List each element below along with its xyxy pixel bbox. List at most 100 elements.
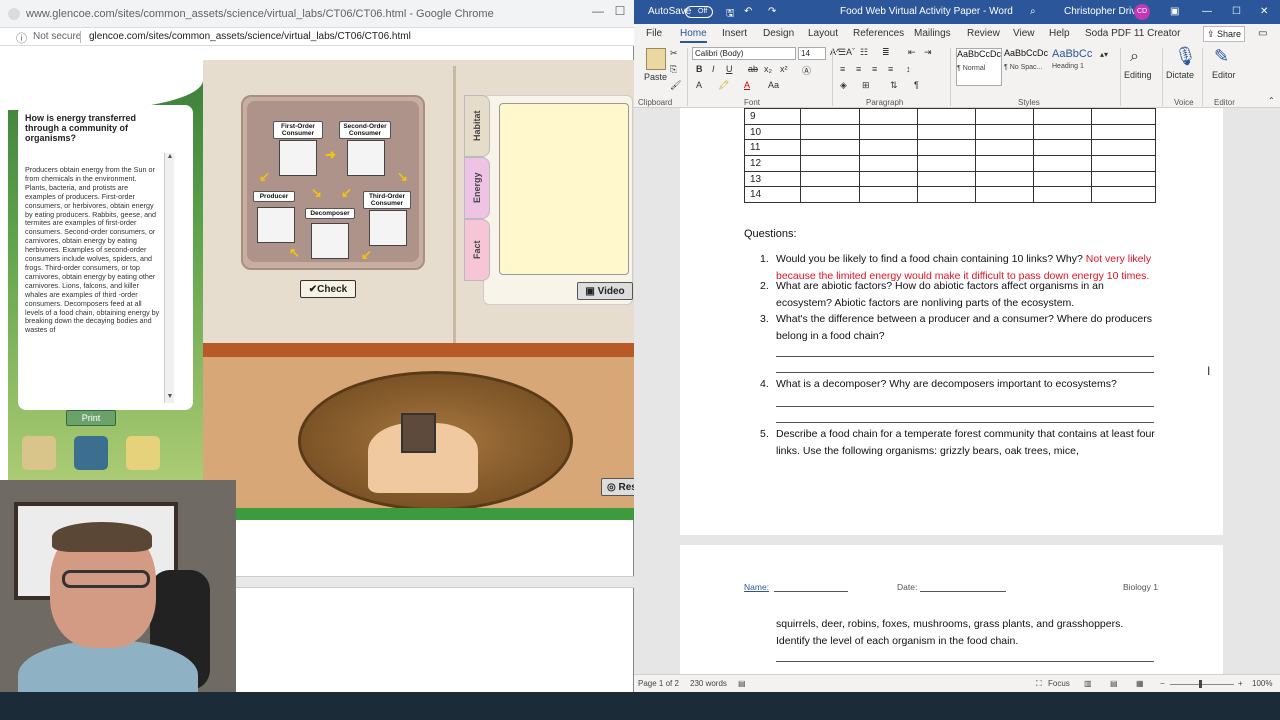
search-icon[interactable]: ⌕ [1030, 6, 1036, 17]
shading-icon[interactable]: ◈ [840, 80, 847, 91]
table-cell[interactable] [1033, 139, 1092, 157]
web-layout-icon[interactable]: ▦ [1136, 679, 1144, 688]
tab-fact[interactable]: Fact [464, 219, 490, 281]
collapse-ribbon-icon[interactable]: ⌃ [1268, 96, 1275, 105]
question-3[interactable]: What's the difference between a producer… [776, 311, 1156, 344]
font-name-select[interactable]: Calibri (Body) [692, 47, 796, 60]
cut-icon[interactable]: ✂ [670, 48, 678, 59]
table-cell[interactable] [1091, 170, 1156, 188]
share-button[interactable]: ⇪ Share [1203, 26, 1245, 42]
check-button[interactable]: ✔Check [300, 280, 356, 298]
print-button[interactable]: Print [66, 410, 116, 426]
table-cell[interactable] [1091, 123, 1156, 141]
clear-formatting-icon[interactable]: Ⓐ [802, 64, 811, 77]
proofing-icon[interactable]: ▤ [738, 679, 746, 688]
superscript-icon[interactable]: x² [780, 64, 788, 74]
subscript-icon[interactable]: x₂ [764, 64, 772, 74]
maximize-icon[interactable]: ☐ [1232, 6, 1241, 17]
table-cell[interactable] [1033, 186, 1092, 204]
row-number-cell[interactable]: 12 [744, 155, 801, 172]
table-cell[interactable] [975, 123, 1034, 141]
table-cell[interactable] [1033, 155, 1092, 172]
zoom-slider-thumb[interactable] [1199, 680, 1202, 688]
table-cell[interactable] [859, 139, 918, 157]
focus-button[interactable]: Focus [1048, 679, 1070, 688]
table-cell[interactable] [1091, 139, 1156, 157]
paste-button[interactable]: Paste [644, 72, 667, 82]
table-cell[interactable] [975, 139, 1034, 157]
minimize-button[interactable]: — [590, 4, 606, 22]
table-cell[interactable] [1091, 186, 1156, 204]
find-icon[interactable]: ⌕ [1130, 48, 1139, 66]
undo-icon[interactable]: ↶ [744, 6, 752, 17]
strikethrough-icon[interactable]: ab [748, 64, 758, 74]
autosave-toggle[interactable]: Off [685, 6, 713, 18]
align-left-icon[interactable]: ≡ [840, 64, 845, 74]
bullets-icon[interactable]: ☰ [838, 47, 846, 58]
table-cell[interactable] [917, 123, 976, 141]
close-icon[interactable]: ✕ [1260, 6, 1268, 17]
question-5-continued[interactable]: squirrels, deer, robins, foxes, mushroom… [776, 616, 1156, 649]
zoom-out-icon[interactable]: − [1160, 679, 1165, 688]
highlight-icon[interactable]: 🖍 [718, 80, 729, 91]
redo-icon[interactable]: ↷ [768, 6, 776, 17]
minimize-icon[interactable]: — [1202, 6, 1212, 17]
tab-soda-pdf[interactable]: Soda PDF 11 Creator [1085, 28, 1180, 39]
underline-icon[interactable]: U [726, 64, 733, 74]
address-bar[interactable]: ⓘ Not secure glencoe.com/sites/common_as… [0, 28, 634, 46]
editor-pen-icon[interactable]: ✎ [1214, 46, 1229, 67]
comments-icon[interactable]: ▭ [1258, 28, 1267, 39]
italic-icon[interactable]: I [712, 64, 715, 74]
organism-card[interactable] [401, 413, 436, 453]
table-cell[interactable] [859, 108, 918, 125]
table-cell[interactable] [1033, 123, 1092, 141]
table-cell[interactable] [917, 139, 976, 157]
table-cell[interactable] [859, 186, 918, 204]
justify-icon[interactable]: ≡ [888, 64, 893, 74]
mushroom-slot[interactable] [311, 223, 349, 259]
table-cell[interactable] [975, 186, 1034, 204]
name-field[interactable]: Name: [744, 582, 769, 592]
style-normal[interactable]: AaBbCcDc ¶ Normal [956, 48, 1002, 86]
table-cell[interactable] [1091, 108, 1156, 125]
restore-button[interactable]: ☐ [612, 4, 628, 22]
format-painter-icon[interactable]: 🖌 [670, 80, 681, 91]
paste-icon[interactable] [646, 48, 666, 70]
word-count[interactable]: 230 words [690, 679, 727, 688]
calculator-icon[interactable] [74, 436, 108, 470]
document-area[interactable]: 9 10 11 12 13 14 Questions: 1. Would you be l… [634, 108, 1280, 674]
table-cell[interactable] [800, 155, 860, 172]
tree-slot[interactable] [257, 207, 295, 243]
tab-design[interactable]: Design [763, 28, 794, 39]
change-case-icon[interactable]: Aa [768, 80, 779, 90]
roadrunner-slot[interactable] [347, 140, 385, 176]
tab-review[interactable]: Review [967, 28, 1000, 39]
numbering-icon[interactable]: ☷ [860, 47, 868, 58]
ribbon-display-icon[interactable]: ▣ [1170, 6, 1179, 17]
show-marks-icon[interactable]: ¶ [914, 80, 919, 90]
tab-file[interactable]: File [646, 28, 662, 39]
text-effects-icon[interactable]: A [696, 80, 702, 90]
table-cell[interactable] [917, 108, 976, 125]
table-cell[interactable] [800, 108, 860, 125]
reset-button[interactable]: ◎ Res [601, 478, 634, 496]
info-icon[interactable]: ⓘ [16, 30, 27, 46]
scroll-down-icon[interactable]: ▼ [165, 393, 175, 403]
zoom-slider[interactable] [1170, 684, 1234, 685]
style-heading-1[interactable]: AaBbCc Heading 1 [1052, 48, 1098, 86]
multilevel-list-icon[interactable]: ≣ [882, 47, 890, 58]
table-cell[interactable] [917, 155, 976, 172]
tab-view[interactable]: View [1013, 28, 1035, 39]
text-scrollbar[interactable]: ▲ ▼ [164, 153, 174, 403]
read-mode-icon[interactable]: ▥ [1084, 679, 1092, 688]
shrink-font-icon[interactable]: Aˇ [846, 47, 855, 57]
question-2[interactable]: What are abiotic factors? How do abiotic… [776, 278, 1156, 311]
page-count[interactable]: Page 1 of 2 [638, 679, 679, 688]
table-cell[interactable] [800, 139, 860, 157]
tab-layout[interactable]: Layout [808, 28, 838, 39]
table-cell[interactable] [859, 123, 918, 141]
table-cell[interactable] [975, 108, 1034, 125]
styles-more-icon[interactable]: ▴▾ [1100, 50, 1108, 59]
table-cell[interactable] [975, 155, 1034, 172]
question-4[interactable]: What is a decomposer? Why are decomposer… [776, 376, 1156, 393]
